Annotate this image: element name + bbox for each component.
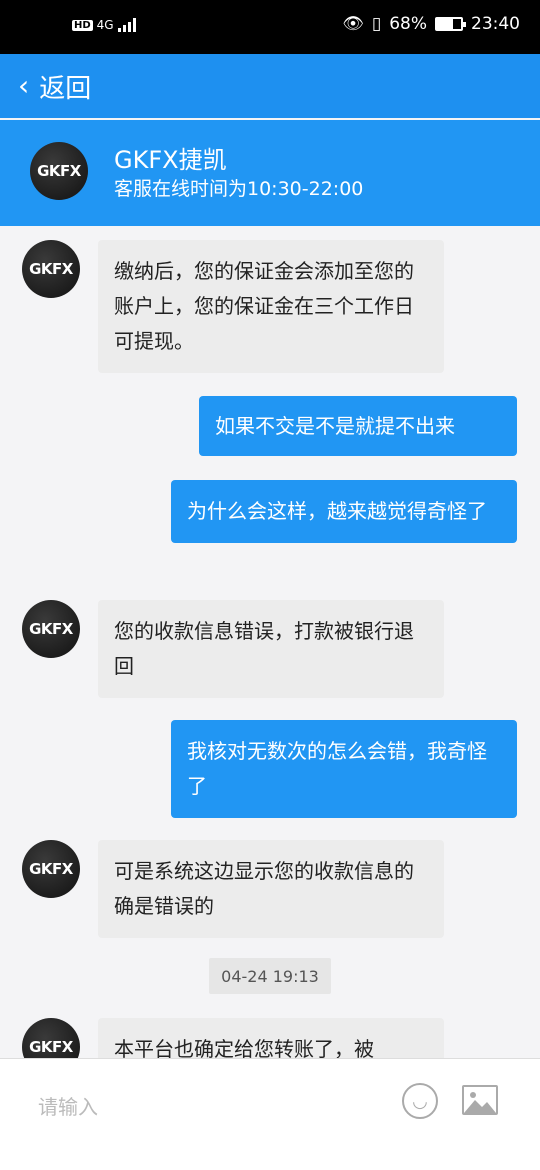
status-right: 👁 ▯ 68% 23:40 (342, 14, 520, 34)
avatar: GKFX (30, 142, 88, 200)
nav-bar: ‹ 返回 (0, 54, 540, 118)
status-left: HD 4G (72, 18, 136, 32)
avatar: GKFX (22, 840, 80, 898)
vibrate-icon: ▯ (371, 14, 382, 34)
battery-icon (435, 17, 466, 31)
outgoing-message: 为什么会这样，越来越觉得奇怪了 (171, 480, 517, 543)
timestamp: 04-24 19:13 (209, 958, 331, 994)
message-input[interactable] (38, 1087, 368, 1127)
network-type: 4G (96, 18, 114, 32)
clock: 23:40 (471, 14, 520, 34)
hd-icon: HD (72, 19, 93, 31)
outgoing-message: 如果不交是不是就提不出来 (199, 396, 517, 456)
incoming-message: 您的收款信息错误，打款被银行退回 (98, 600, 444, 698)
incoming-message: 缴纳后，您的保证金会添加至您的账户上，您的保证金在三个工作日可提现。 (98, 240, 444, 373)
outgoing-message: 我核对无数次的怎么会错，我奇怪了 (171, 720, 517, 818)
input-bar: ◡ (0, 1058, 540, 1170)
image-icon[interactable] (462, 1085, 498, 1115)
incoming-message: 可是系统这边显示您的收款信息的确是错误的 (98, 840, 444, 938)
status-bar: HD 4G 👁 ▯ 68% 23:40 (0, 0, 540, 54)
signal-icon (117, 18, 136, 32)
emoji-icon[interactable]: ◡ (402, 1083, 438, 1119)
chat-area[interactable]: GKFX 缴纳后，您的保证金会添加至您的账户上，您的保证金在三个工作日可提现。 … (0, 226, 540, 1058)
avatar: GKFX (22, 1018, 80, 1058)
contact-name: GKFX捷凯 (114, 146, 227, 174)
avatar: GKFX (22, 240, 80, 298)
incoming-message: 本平台也确定给您转账了，被 (98, 1018, 444, 1058)
contact-card: GKFX GKFX捷凯 客服在线时间为10:30-22:00 (0, 120, 540, 226)
eye-icon: 👁 (342, 14, 364, 34)
service-hours: 客服在线时间为10:30-22:00 (114, 178, 364, 200)
back-button[interactable]: 返回 (39, 68, 91, 105)
battery-percent: 68% (389, 14, 427, 34)
chevron-left-icon[interactable]: ‹ (18, 72, 29, 100)
avatar: GKFX (22, 600, 80, 658)
